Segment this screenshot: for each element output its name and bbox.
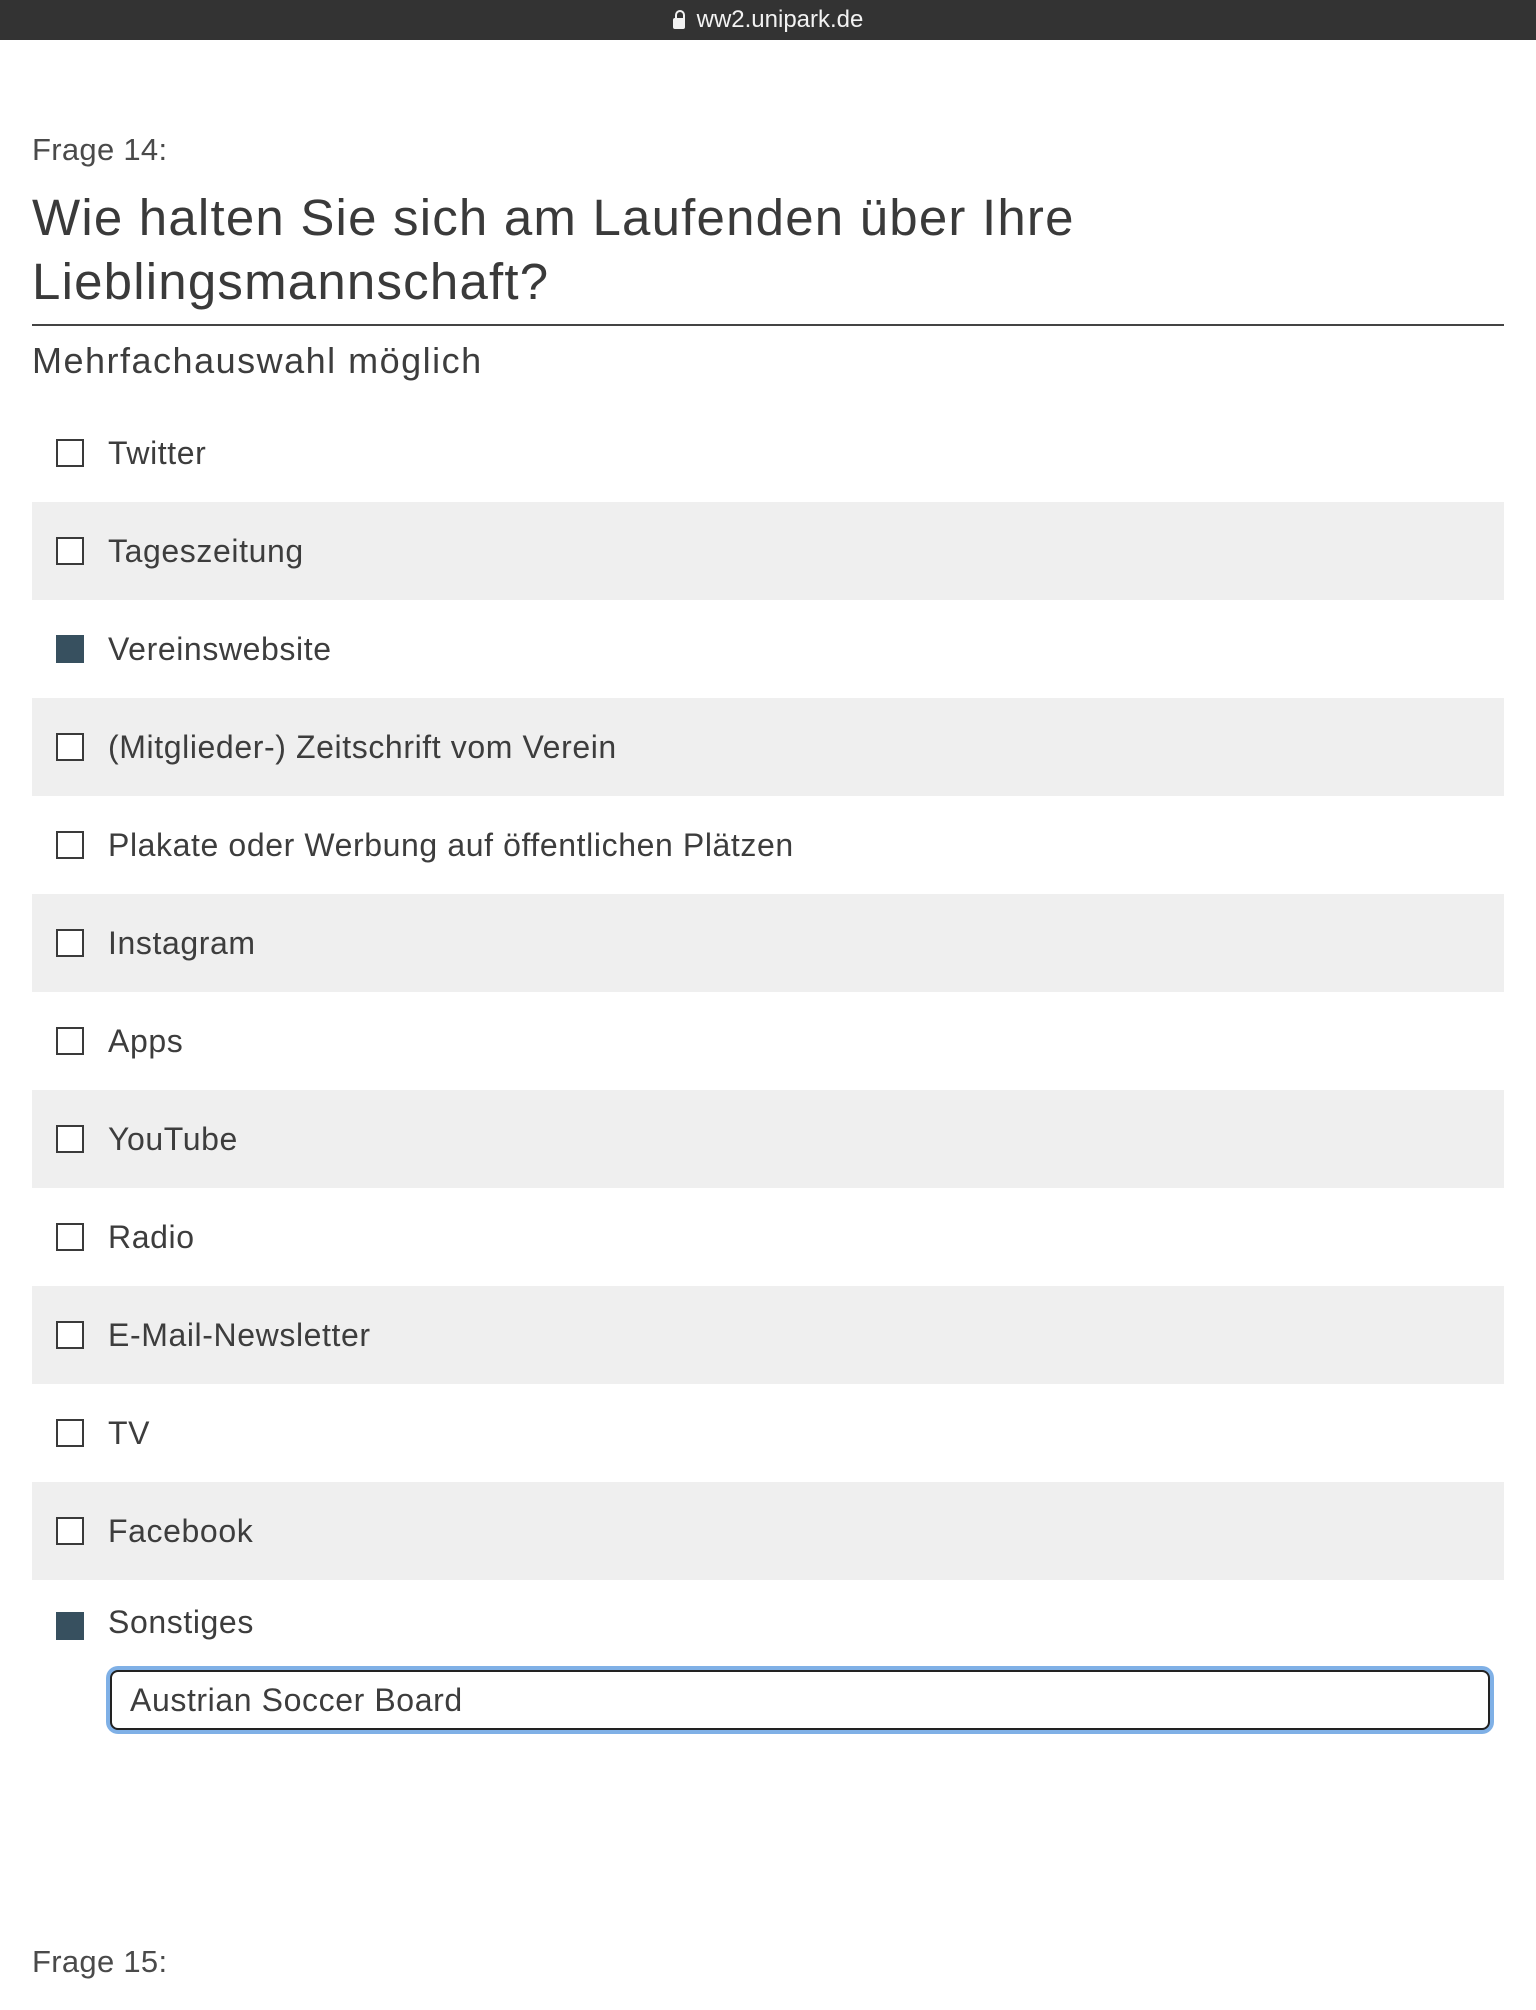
option-radio[interactable]: Radio xyxy=(32,1188,1504,1286)
checkbox[interactable] xyxy=(56,537,84,565)
option-youtube[interactable]: YouTube xyxy=(32,1090,1504,1188)
checkbox[interactable] xyxy=(56,1027,84,1055)
question-divider xyxy=(32,324,1504,326)
question-hint: Mehrfachauswahl möglich xyxy=(32,340,483,381)
option-email-newsletter[interactable]: E-Mail-Newsletter xyxy=(32,1286,1504,1384)
checkbox[interactable] xyxy=(56,1125,84,1153)
checkbox[interactable] xyxy=(56,1517,84,1545)
option-label: Facebook xyxy=(108,1512,254,1549)
option-label: Vereinswebsite xyxy=(108,630,332,667)
option-label: Apps xyxy=(108,1022,184,1059)
browser-url-bar[interactable]: ww2.unipark.de xyxy=(0,0,1536,40)
options-list: Twitter Tageszeitung Vereinswebsite (Mit… xyxy=(32,404,1504,1740)
option-label: Twitter xyxy=(108,434,207,471)
question-title: Wie halten Sie sich am Laufenden über Ih… xyxy=(32,189,1075,310)
option-label: (Mitglieder-) Zeitschrift vom Verein xyxy=(108,728,617,765)
checkbox[interactable] xyxy=(56,1321,84,1349)
option-label: E-Mail-Newsletter xyxy=(108,1316,371,1353)
option-zeitschrift[interactable]: (Mitglieder-) Zeitschrift vom Verein xyxy=(32,698,1504,796)
option-label: Instagram xyxy=(108,924,256,961)
option-label: Radio xyxy=(108,1218,195,1255)
next-question-number: Frage 15: xyxy=(32,1944,168,1979)
option-vereinswebsite[interactable]: Vereinswebsite xyxy=(32,600,1504,698)
checkbox[interactable] xyxy=(56,1612,84,1640)
checkbox[interactable] xyxy=(56,929,84,957)
option-label: YouTube xyxy=(108,1120,238,1157)
option-plakate[interactable]: Plakate oder Werbung auf öffentlichen Pl… xyxy=(32,796,1504,894)
checkbox[interactable] xyxy=(56,831,84,859)
option-sonstiges[interactable]: Sonstiges xyxy=(32,1580,1504,1740)
other-text-field[interactable] xyxy=(110,1670,1490,1730)
option-label: Plakate oder Werbung auf öffentlichen Pl… xyxy=(108,826,794,863)
checkbox[interactable] xyxy=(56,635,84,663)
checkbox[interactable] xyxy=(56,1419,84,1447)
option-label: Tageszeitung xyxy=(108,532,304,569)
checkbox[interactable] xyxy=(56,733,84,761)
option-twitter[interactable]: Twitter xyxy=(32,404,1504,502)
option-instagram[interactable]: Instagram xyxy=(32,894,1504,992)
option-facebook[interactable]: Facebook xyxy=(32,1482,1504,1580)
lock-icon xyxy=(672,9,685,29)
option-tageszeitung[interactable]: Tageszeitung xyxy=(32,502,1504,600)
option-tv[interactable]: TV xyxy=(32,1384,1504,1482)
question-number: Frage 14: xyxy=(32,132,168,167)
checkbox[interactable] xyxy=(56,439,84,467)
option-label: Sonstiges xyxy=(108,1604,254,1640)
option-label: TV xyxy=(108,1414,151,1451)
option-apps[interactable]: Apps xyxy=(32,992,1504,1090)
checkbox[interactable] xyxy=(56,1223,84,1251)
url-text: ww2.unipark.de xyxy=(696,6,864,33)
